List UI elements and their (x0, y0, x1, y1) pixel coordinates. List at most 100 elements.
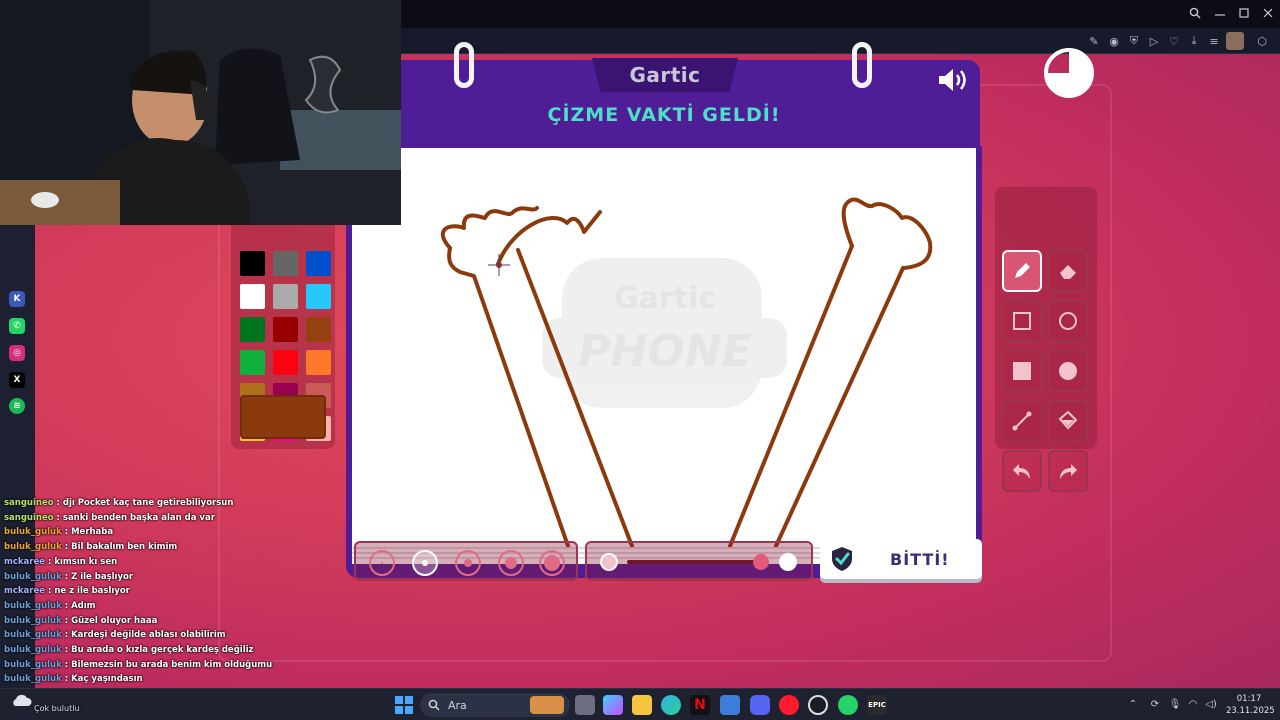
opera-gx-icon[interactable] (779, 695, 799, 715)
color-swatch[interactable] (273, 284, 298, 309)
chat-username: buluk_guluk (4, 659, 62, 670)
brush-size-2[interactable] (412, 550, 438, 576)
copilot-icon[interactable] (603, 695, 623, 715)
chat-username: sanguineo (4, 498, 54, 508)
file-explorer-icon[interactable] (632, 695, 652, 715)
minimize-icon[interactable] (1210, 4, 1230, 22)
chat-username: buluk_guluk (4, 674, 62, 685)
sound-icon[interactable] (936, 66, 972, 94)
chat-separator: : (61, 674, 72, 685)
chat-separator: : (61, 542, 72, 553)
maximize-icon[interactable] (1234, 4, 1254, 22)
chat-message: sanguineo : djı Pocket kaç tane getirebi… (4, 498, 233, 508)
drawing-canvas[interactable]: Gartic PHONE (352, 148, 976, 564)
clock-date: 23.11.2025 (1226, 706, 1275, 716)
play-icon[interactable]: ▷ (1146, 33, 1162, 49)
fill-bucket-tool[interactable] (1048, 400, 1088, 442)
check-icon (832, 547, 852, 571)
color-swatch[interactable] (273, 350, 298, 375)
brush-size-3[interactable] (455, 550, 481, 576)
color-swatch[interactable] (240, 251, 265, 276)
weather-label: Çok bulutlu (34, 704, 80, 713)
instagram-icon: ◎ (9, 345, 25, 361)
chat-text: Adım (71, 600, 96, 611)
line-tool[interactable] (1002, 400, 1042, 442)
epic-games-icon[interactable]: EPIC (867, 695, 887, 715)
profile-avatar[interactable] (1226, 32, 1244, 50)
ellipse-outline-tool[interactable] (1048, 300, 1088, 342)
chat-message: buluk_guluk : Bu arada o kızla gerçek ka… (4, 645, 253, 655)
color-swatch[interactable] (240, 317, 265, 342)
cursor-icon (488, 254, 510, 276)
extension-icon[interactable]: ⬡ (1254, 33, 1270, 49)
menu-icon[interactable]: ≡ (1206, 33, 1222, 49)
color-swatch[interactable] (273, 251, 298, 276)
tray-overflow-icon[interactable]: ⌃ (1126, 697, 1140, 711)
chat-username: buluk_guluk (4, 645, 62, 655)
color-swatch[interactable] (240, 284, 265, 309)
steam-icon[interactable] (808, 695, 828, 715)
chat-username: buluk_guluk (4, 600, 62, 611)
chat-text: ne z ile baslıyor (54, 586, 130, 597)
chat-text: sanki benden başka alan da var (62, 512, 215, 523)
brush-size-5[interactable] (539, 550, 565, 576)
microphone-icon[interactable]: 🎙 (1168, 697, 1182, 711)
color-swatch[interactable] (306, 251, 331, 276)
color-swatch[interactable] (306, 317, 331, 342)
color-swatch[interactable] (306, 350, 331, 375)
close-icon[interactable] (1258, 4, 1278, 22)
opacity-slider[interactable] (585, 541, 813, 581)
brush-size-4[interactable] (498, 550, 524, 576)
chat-separator: : (61, 630, 72, 641)
selected-color (240, 395, 326, 439)
edit-icon[interactable]: ✎ (1086, 33, 1102, 49)
eraser-tool[interactable] (1048, 250, 1088, 292)
sync-icon[interactable]: ⟳ (1148, 697, 1162, 711)
volume-icon[interactable]: ◁) (1204, 697, 1218, 711)
shield-icon[interactable]: ⛨ (1126, 33, 1142, 49)
mail-icon[interactable] (720, 695, 740, 715)
game-logo: Gartic (629, 63, 701, 87)
clock[interactable]: 01:17 23.11.2025 (1226, 693, 1275, 717)
chat-text: Bu arada o kızla gerçek kardeş değiliz (71, 645, 254, 655)
wifi-icon[interactable]: ◠ (1186, 697, 1200, 711)
download-icon[interactable]: ⤓ (1186, 33, 1202, 49)
chat-separator: : (45, 556, 55, 567)
redo-tool[interactable] (1048, 450, 1088, 492)
logo-tab: Gartic (592, 58, 738, 92)
undo-tool[interactable] (1002, 450, 1042, 492)
chat-text: kımsın kı sen (54, 556, 118, 567)
color-swatch[interactable] (306, 284, 331, 309)
done-button-label: BİTTİ! (890, 549, 950, 569)
chat-username: buluk_guluk (4, 527, 62, 538)
ellipse-filled-tool[interactable] (1048, 350, 1088, 392)
chat-username: buluk_guluk (4, 615, 62, 626)
netflix-icon[interactable]: N (690, 695, 710, 715)
chat-message: buluk_guluk : Kardeşi değilde ablası ola… (4, 630, 226, 640)
taskbar-search[interactable]: Ara (420, 693, 570, 717)
task-view-icon[interactable] (575, 695, 595, 715)
chat-separator: : (61, 645, 72, 655)
windows-start-icon[interactable] (395, 696, 415, 716)
page-title: ÇİZME VAKTİ GELDİ! (547, 104, 781, 126)
camera-icon[interactable]: ◉ (1106, 33, 1122, 49)
chat-text: Kardeşi değilde ablası olabilirim (71, 630, 226, 641)
cloud-icon (13, 694, 32, 706)
watermark-top: Gartic (614, 281, 716, 316)
done-button[interactable]: BİTTİ! (820, 539, 982, 579)
chat-message: buluk_guluk : Adım (4, 601, 96, 611)
rectangle-outline-tool[interactable] (1002, 300, 1042, 342)
whatsapp-taskbar-icon[interactable] (838, 695, 858, 715)
discord-icon[interactable] (750, 695, 770, 715)
edge-icon[interactable] (661, 695, 681, 715)
chat-username: buluk_guluk (4, 542, 62, 553)
heart-icon[interactable]: ♡ (1166, 33, 1182, 49)
search-icon[interactable] (1185, 4, 1205, 22)
search-highlight-image (530, 696, 564, 714)
chat-message: sanguineo : sanki benden başka alan da v… (4, 513, 215, 523)
color-swatch[interactable] (240, 350, 265, 375)
color-swatch[interactable] (273, 317, 298, 342)
brush-size-1[interactable] (369, 550, 395, 576)
rectangle-filled-tool[interactable] (1002, 350, 1042, 392)
pencil-tool[interactable] (1002, 250, 1042, 292)
